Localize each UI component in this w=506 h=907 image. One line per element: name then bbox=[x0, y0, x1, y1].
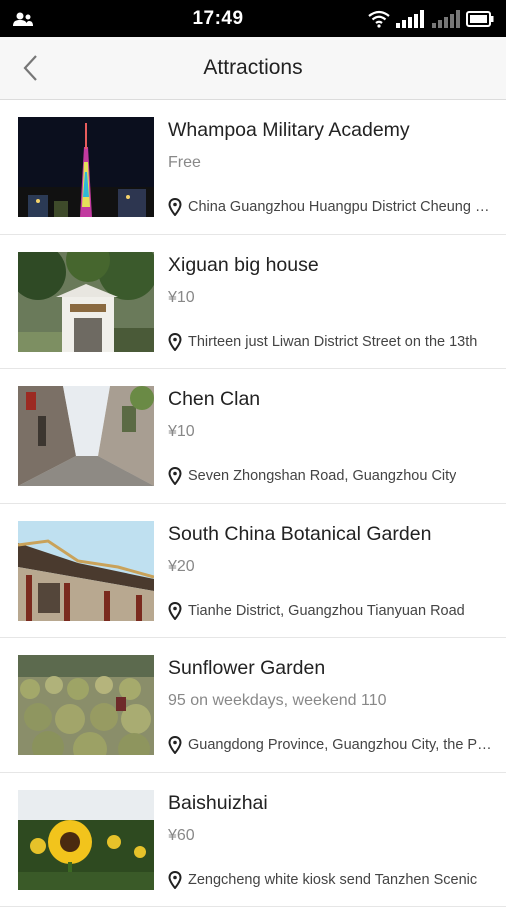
attraction-info: Whampoa Military Academy Free China Guan… bbox=[168, 117, 494, 217]
attraction-info: Sunflower Garden 95 on weekdays, weekend… bbox=[168, 655, 494, 755]
signal-strength-icon bbox=[396, 10, 426, 28]
signal-weak-icon bbox=[432, 10, 460, 28]
attraction-info: Xiguan big house ¥10 Thirteen just Liwan… bbox=[168, 252, 494, 352]
attraction-info: Baishuizhai ¥60 Zengcheng white kiosk se… bbox=[168, 790, 494, 890]
attraction-photo bbox=[18, 386, 154, 486]
location-pin-icon bbox=[168, 602, 182, 620]
status-left bbox=[12, 11, 72, 27]
attractions-list: Whampoa Military Academy Free China Guan… bbox=[0, 100, 506, 907]
location-pin-icon bbox=[168, 736, 182, 754]
attraction-price: 95 on weekdays, weekend 110 bbox=[168, 690, 494, 712]
attraction-address: Seven Zhongshan Road, Guangzhou City bbox=[168, 465, 494, 487]
status-right bbox=[364, 10, 494, 28]
attraction-name: Chen Clan bbox=[168, 386, 494, 412]
attraction-item[interactable]: Chen Clan ¥10 Seven Zhongshan Road, Guan… bbox=[0, 369, 506, 504]
attraction-name: Sunflower Garden bbox=[168, 655, 494, 681]
attraction-photo bbox=[18, 521, 154, 621]
attraction-address-text: Seven Zhongshan Road, Guangzhou City bbox=[188, 468, 456, 484]
attraction-name: Whampoa Military Academy bbox=[168, 117, 494, 143]
app-header: Attractions bbox=[0, 37, 506, 100]
attraction-item[interactable]: Sunflower Garden 95 on weekdays, weekend… bbox=[0, 638, 506, 773]
wifi-icon bbox=[368, 10, 390, 28]
battery-icon bbox=[466, 11, 494, 27]
attraction-address: Tianhe District, Guangzhou Tianyuan Road bbox=[168, 600, 494, 622]
attraction-item[interactable]: Whampoa Military Academy Free China Guan… bbox=[0, 100, 506, 235]
attraction-address: China Guangzhou Huangpu District Cheung … bbox=[168, 196, 494, 218]
attraction-price: ¥10 bbox=[168, 421, 494, 443]
attraction-price: ¥10 bbox=[168, 287, 494, 309]
attraction-address-text: Zengcheng white kiosk send Tanzhen Sceni… bbox=[188, 872, 477, 888]
attraction-photo bbox=[18, 117, 154, 217]
location-pin-icon bbox=[168, 871, 182, 889]
attraction-address: Thirteen just Liwan District Street on t… bbox=[168, 331, 494, 353]
attraction-address-text: Thirteen just Liwan District Street on t… bbox=[188, 334, 477, 350]
attraction-name: South China Botanical Garden bbox=[168, 521, 494, 547]
attraction-name: Xiguan big house bbox=[168, 252, 494, 278]
attraction-price: Free bbox=[168, 152, 494, 174]
page-title: Attractions bbox=[203, 56, 302, 80]
attraction-photo bbox=[18, 790, 154, 890]
status-time: 17:49 bbox=[192, 8, 243, 30]
attraction-price: ¥20 bbox=[168, 556, 494, 578]
attraction-address: Zengcheng white kiosk send Tanzhen Sceni… bbox=[168, 869, 494, 891]
attraction-name: Baishuizhai bbox=[168, 790, 494, 816]
location-pin-icon bbox=[168, 198, 182, 216]
account-icon bbox=[12, 11, 34, 27]
attraction-address-text: Guangdong Province, Guangzhou City, the … bbox=[188, 737, 494, 753]
attraction-item[interactable]: South China Botanical Garden ¥20 Tianhe … bbox=[0, 504, 506, 639]
location-pin-icon bbox=[168, 467, 182, 485]
back-button[interactable] bbox=[10, 45, 50, 91]
attraction-address-text: China Guangzhou Huangpu District Cheung … bbox=[188, 199, 494, 215]
attraction-item[interactable]: Baishuizhai ¥60 Zengcheng white kiosk se… bbox=[0, 773, 506, 907]
attraction-address: Guangdong Province, Guangzhou City, the … bbox=[168, 734, 494, 756]
attraction-item[interactable]: Xiguan big house ¥10 Thirteen just Liwan… bbox=[0, 235, 506, 370]
chevron-left-icon bbox=[22, 54, 38, 82]
attraction-photo bbox=[18, 252, 154, 352]
attraction-info: Chen Clan ¥10 Seven Zhongshan Road, Guan… bbox=[168, 386, 494, 486]
status-bar: 17:49 bbox=[0, 0, 506, 37]
attraction-info: South China Botanical Garden ¥20 Tianhe … bbox=[168, 521, 494, 621]
location-pin-icon bbox=[168, 333, 182, 351]
attraction-price: ¥60 bbox=[168, 825, 494, 847]
attraction-address-text: Tianhe District, Guangzhou Tianyuan Road bbox=[188, 603, 465, 619]
attraction-photo bbox=[18, 655, 154, 755]
